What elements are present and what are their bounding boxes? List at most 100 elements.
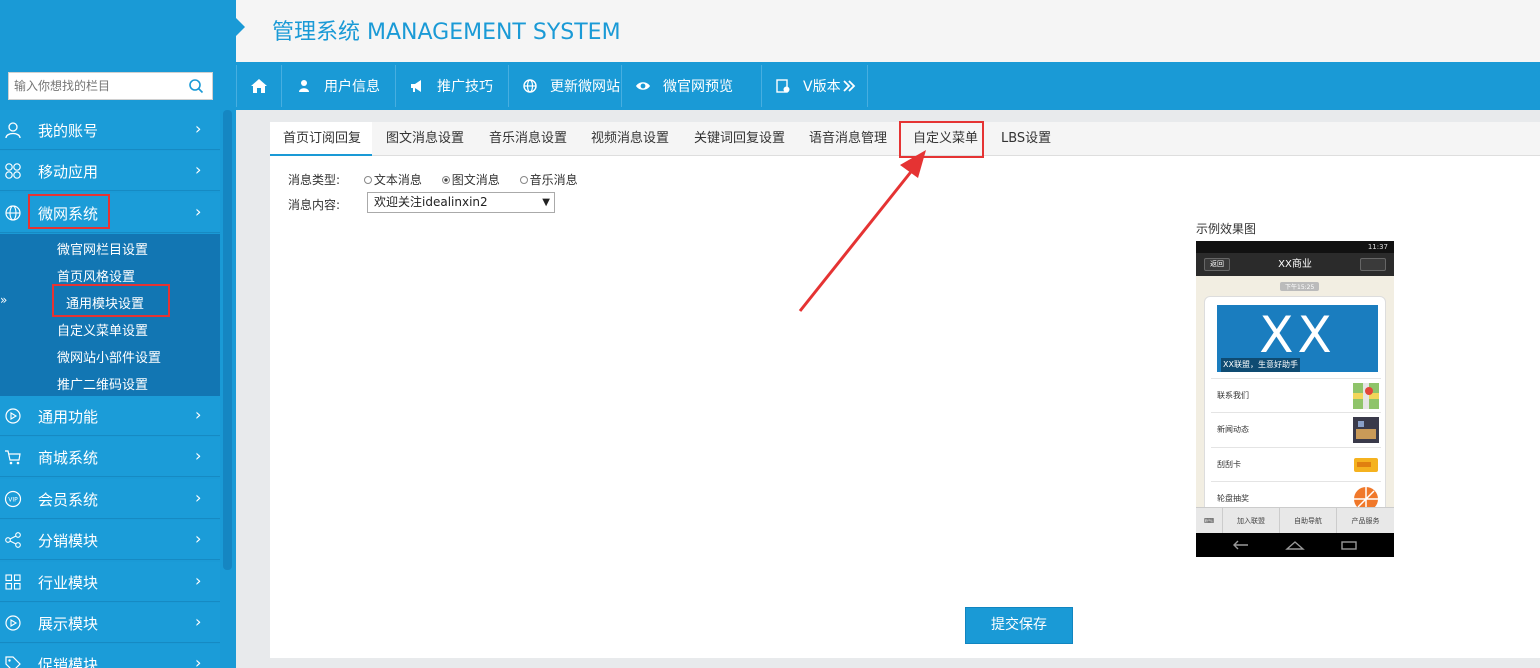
search-icon[interactable] [188, 78, 204, 94]
sidebar-scrollbar[interactable] [223, 110, 232, 570]
sidebar-item-label: 移动应用 [38, 163, 99, 181]
globe-icon [523, 79, 537, 93]
list-item-label: 联系我们 [1217, 391, 1249, 400]
chevron-right-icon: › [195, 653, 202, 668]
sidebar-item-common-functions[interactable]: 通用功能 › [0, 396, 220, 436]
globe-icon [5, 205, 21, 221]
radio-icon [363, 176, 372, 184]
sidebar-item-account[interactable]: 我的账号 › [0, 110, 220, 150]
sidebar-item-promotion[interactable]: 促销模块 › [0, 644, 220, 668]
phone-preview: 11:37 返回 XX商业 下午15:25 XX XX联盟，生意好助手 联系我们… [1196, 241, 1394, 557]
cart-icon [5, 450, 21, 465]
sidebar-item-label: 商城系统 [38, 449, 99, 467]
radio-news-message[interactable]: 图文消息 [441, 173, 500, 187]
submenu-item-site-columns[interactable]: 微官网栏目设置 [57, 239, 148, 258]
chevron-right-icon: › [195, 446, 202, 465]
tab-home-reply[interactable]: 首页订阅回复 [270, 122, 372, 156]
submenu-item-home-style[interactable]: 首页风格设置 [57, 266, 135, 285]
sidebar-item-label: 会员系统 [38, 491, 99, 509]
share-icon [5, 532, 21, 548]
sidebar-item-industry[interactable]: 行业模块 › [0, 562, 220, 602]
topnav-label: 推广技巧 [437, 79, 493, 95]
submenu-item-qrcode[interactable]: 推广二维码设置 [57, 374, 148, 393]
sidebar-item-label: 促销模块 [38, 656, 99, 668]
annotation-highlight-box [28, 194, 110, 229]
home-button[interactable] [236, 65, 282, 107]
sidebar-item-display[interactable]: 展示模块 › [0, 603, 220, 643]
list-item-label: 刮刮卡 [1217, 460, 1241, 469]
chevron-right-icon: › [195, 160, 202, 179]
sidebar-item-label: 展示模块 [38, 615, 99, 633]
annotation-highlight-box [899, 121, 984, 158]
phone-footer-menu: ⌨ 加入联盟 自助导航 产品服务 [1196, 507, 1394, 534]
android-home-icon [1285, 541, 1305, 550]
topnav-site-preview[interactable]: 微官网预览 [622, 65, 762, 107]
sidebar-item-mall[interactable]: 商城系统 › [0, 437, 220, 477]
message-type-row: 消息类型: 文本消息 图文消息 音乐消息 [288, 171, 578, 188]
message-type-label: 消息类型: [288, 173, 341, 187]
sidebar-item-mobile-apps[interactable]: 移动应用 › [0, 151, 220, 191]
app-header: 管理系统 MANAGEMENT SYSTEM [236, 0, 1540, 62]
chevron-right-icon: › [195, 571, 202, 590]
chevron-right-icon: › [195, 488, 202, 507]
phone-back-button: 返回 [1204, 258, 1230, 271]
phone-footer-item: 自助导航 [1279, 508, 1336, 534]
sidebar-item-label: 行业模块 [38, 574, 99, 592]
topnav-version[interactable]: V版本 [762, 65, 868, 107]
phone-list-item: 刮刮卡 [1211, 447, 1381, 481]
phone-footer-item: 加入联盟 [1222, 508, 1279, 534]
chevron-right-icon: › [195, 202, 202, 221]
message-content-select[interactable]: 欢迎关注idealinxin2 ▼ [367, 192, 555, 213]
sidebar-item-distribution[interactable]: 分销模块 › [0, 520, 220, 560]
phone-message-card: XX XX联盟，生意好助手 联系我们 新闻动态 刮刮卡 轮盘抽奖 [1204, 296, 1386, 526]
double-chevron-icon [842, 80, 855, 92]
phone-list-item: 新闻动态 [1211, 412, 1381, 446]
android-recents-icon [1341, 541, 1357, 550]
grid-icon [5, 574, 21, 590]
search-input[interactable] [9, 73, 179, 99]
phone-user-icon [1360, 258, 1386, 271]
play-icon [5, 615, 21, 631]
submenu-item-widgets[interactable]: 微网站小部件设置 [57, 347, 161, 366]
tab-music-message[interactable]: 音乐消息设置 [489, 122, 567, 156]
message-content-label: 消息内容: [288, 198, 341, 212]
tab-voice-message[interactable]: 语音消息管理 [809, 122, 887, 156]
chevron-right-icon: › [195, 612, 202, 631]
chevron-right-icon: › [195, 529, 202, 548]
sidebar-item-label: 我的账号 [38, 122, 99, 140]
topnav-label: 更新微网站 [550, 79, 620, 95]
sidebar-item-label: 分销模块 [38, 532, 99, 550]
keyboard-icon: ⌨ [1203, 517, 1215, 525]
home-icon [251, 79, 267, 93]
svg-text:VIP: VIP [8, 497, 18, 504]
sidebar-item-member[interactable]: VIP 会员系统 › [0, 479, 220, 519]
radio-selected-icon [441, 176, 450, 184]
radio-music-message[interactable]: 音乐消息 [519, 173, 578, 187]
android-back-icon [1233, 540, 1248, 550]
phone-title: XX商业 [1278, 259, 1312, 270]
tab-news-message[interactable]: 图文消息设置 [386, 122, 464, 156]
radio-text-message[interactable]: 文本消息 [363, 173, 422, 187]
map-thumbnail-icon [1353, 383, 1379, 409]
banner-text: XX [1259, 306, 1336, 364]
radio-label: 图文消息 [451, 173, 500, 187]
tab-keyword-reply[interactable]: 关键词回复设置 [694, 122, 785, 156]
topnav-label: 微官网预览 [663, 79, 733, 95]
top-navigation: 用户信息 推广技巧 更新微网站 微官网预览 V版本 [236, 62, 1540, 110]
tab-video-message[interactable]: 视频消息设置 [591, 122, 669, 156]
submenu-item-custom-menu[interactable]: 自定义菜单设置 [57, 320, 148, 339]
active-marker-icon: » [0, 293, 8, 307]
app-title: 管理系统 MANAGEMENT SYSTEM [272, 20, 621, 45]
user-icon [5, 122, 21, 139]
android-nav-bar [1196, 533, 1394, 557]
topnav-update-site[interactable]: 更新微网站 [509, 65, 622, 107]
main-content: 首页订阅回复 图文消息设置 音乐消息设置 视频消息设置 关键词回复设置 语音消息… [270, 121, 1540, 658]
banner-caption: XX联盟，生意好助手 [1221, 358, 1300, 372]
sidebar: 我的账号 › 移动应用 › 微网系统 › 微官网栏目设置 首页风格设置 通用模块… [0, 0, 236, 668]
eye-icon [636, 82, 650, 90]
submit-save-button[interactable]: 提交保存 [965, 607, 1073, 644]
user-icon [299, 80, 309, 92]
tab-lbs[interactable]: LBS设置 [1001, 122, 1051, 156]
topnav-promotion-tips[interactable]: 推广技巧 [396, 65, 509, 107]
topnav-user-info[interactable]: 用户信息 [282, 65, 396, 107]
